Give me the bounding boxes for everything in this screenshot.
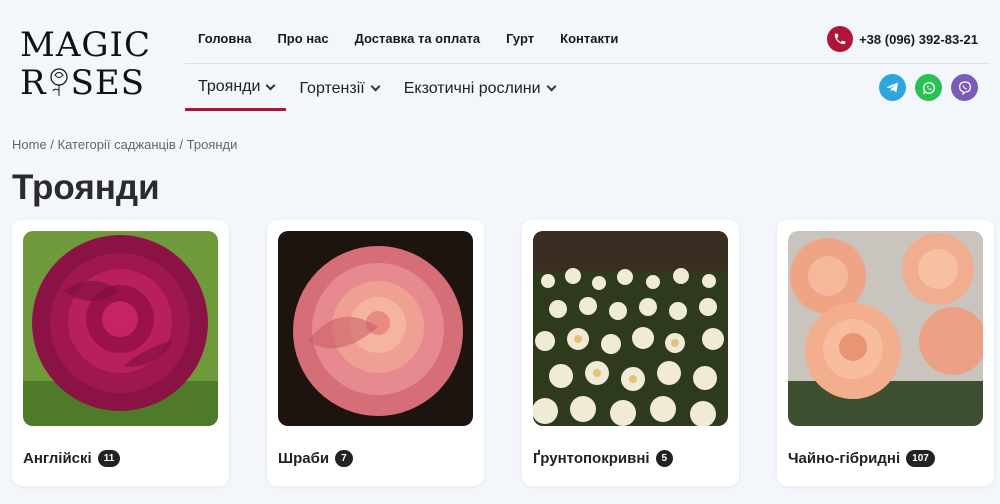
phone-link[interactable]: +38 (096) 392-83-21 <box>827 26 978 52</box>
card-title[interactable]: Шраби <box>278 450 329 467</box>
breadcrumb-current: Троянди <box>186 137 238 152</box>
rose-icon <box>50 68 68 96</box>
viber-icon[interactable] <box>951 74 978 101</box>
nav-home[interactable]: Головна <box>198 31 251 46</box>
top-nav: Головна Про нас Доставка та оплата Гурт … <box>198 31 618 46</box>
category-nav-exotic[interactable]: Екзотичні рослини <box>391 70 567 111</box>
breadcrumb: Home / Категорії саджанців / Троянди <box>12 137 238 152</box>
page-title: Троянди <box>12 168 160 207</box>
social-links <box>879 74 978 101</box>
telegram-icon[interactable] <box>879 74 906 101</box>
chevron-down-icon <box>546 81 557 92</box>
category-card-shrub[interactable]: Шраби 7 <box>267 220 484 486</box>
card-title[interactable]: Ґрунтопокривні <box>533 450 650 467</box>
logo-line-1: MAGIC <box>20 25 151 65</box>
card-image-shrub-rose[interactable] <box>278 231 473 426</box>
phone-number: +38 (096) 392-83-21 <box>859 31 978 47</box>
category-nav: Троянди Гортензії Екзотичні рослини <box>185 70 567 111</box>
phone-icon <box>827 26 854 52</box>
whatsapp-icon[interactable] <box>915 74 942 101</box>
card-image-hybrid-tea-roses[interactable] <box>788 231 983 426</box>
category-nav-hydrangeas[interactable]: Гортензії <box>286 70 390 111</box>
nav-contacts[interactable]: Контакти <box>560 31 618 46</box>
count-badge: 5 <box>655 450 674 467</box>
count-badge: 7 <box>335 450 353 467</box>
nav-delivery[interactable]: Доставка та оплата <box>355 31 480 46</box>
nav-about[interactable]: Про нас <box>277 31 328 46</box>
category-card-hybrid-tea[interactable]: Чайно-гібридні 107 <box>777 220 994 486</box>
count-badge: 11 <box>97 450 121 467</box>
card-image-groundcover-roses[interactable] <box>533 231 728 426</box>
nav-wholesale[interactable]: Гурт <box>506 31 534 46</box>
category-nav-roses[interactable]: Троянди <box>185 70 287 111</box>
card-title[interactable]: Чайно-гібридні <box>788 450 900 467</box>
card-image-english-rose[interactable] <box>23 231 218 426</box>
logo-line-2: R SES <box>20 63 146 103</box>
category-card-groundcover[interactable]: Ґрунтопокривні 5 <box>522 220 739 486</box>
category-card-english[interactable]: Англійскі 11 <box>12 220 229 486</box>
site-logo[interactable]: MAGIC R SES <box>20 25 151 112</box>
card-title[interactable]: Англійскі <box>23 450 92 467</box>
header-divider <box>185 63 990 64</box>
chevron-down-icon <box>266 80 276 90</box>
breadcrumb-home[interactable]: Home <box>12 137 47 152</box>
count-badge: 107 <box>906 450 935 467</box>
breadcrumb-category[interactable]: Категорії саджанців <box>58 137 176 152</box>
chevron-down-icon <box>370 81 381 92</box>
category-cards: Англійскі 11 Шраби 7 Ґрунтопокривні 5 Ча… <box>12 220 994 486</box>
